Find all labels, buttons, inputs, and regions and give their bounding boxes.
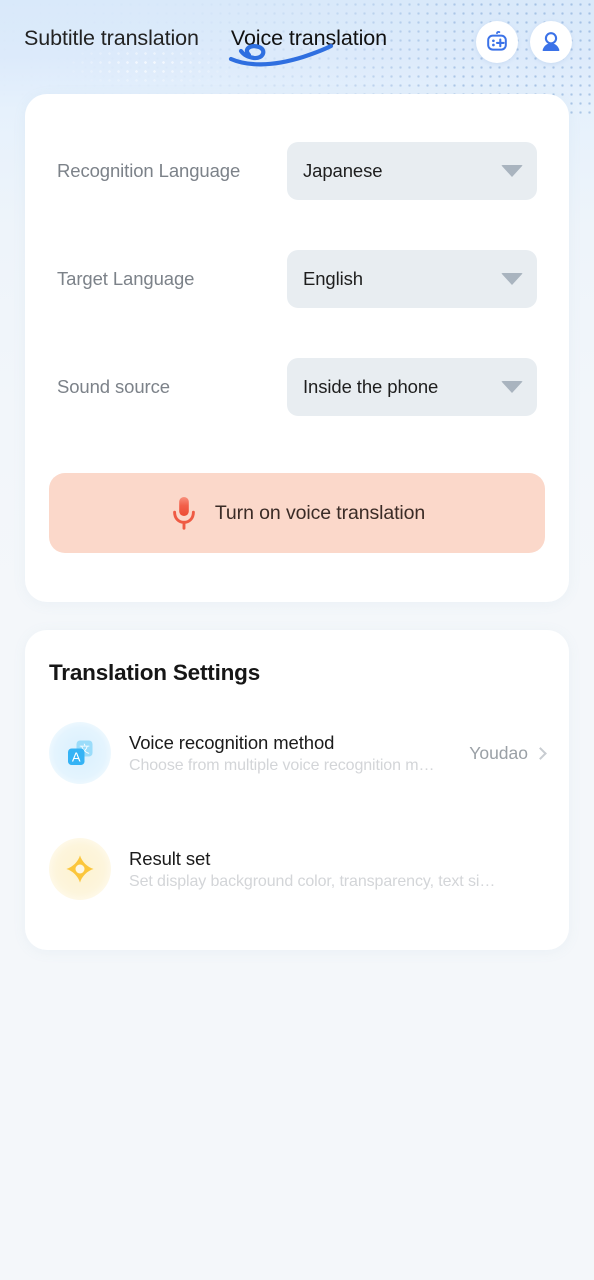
app-background: Subtitle translation Voice translation R…	[0, 0, 594, 1280]
translate-icon-wrapper: 文 A	[49, 722, 111, 784]
voice-translation-card: Recognition Language Japanese Target Lan…	[25, 94, 569, 602]
voice-recognition-method-title: Voice recognition method	[129, 731, 335, 753]
target-language-value: English	[303, 268, 363, 289]
target-language-label: Target Language	[57, 268, 195, 289]
sound-source-row: Sound source Inside the phone	[25, 357, 569, 417]
sound-source-value: Inside the phone	[303, 376, 439, 397]
recognition-language-row: Recognition Language Japanese	[25, 141, 569, 201]
assistant-button[interactable]	[476, 21, 518, 63]
sound-source-label: Sound source	[57, 376, 170, 397]
svg-text:A: A	[72, 750, 81, 765]
translation-settings-card: Translation Settings 文 A Voice recogniti…	[25, 630, 569, 950]
chevron-down-icon	[501, 273, 523, 285]
result-set-icon-wrapper	[49, 838, 111, 900]
microphone-icon	[172, 497, 195, 530]
robot-assistant-icon	[487, 31, 507, 51]
header-actions	[476, 21, 572, 63]
target-language-row: Target Language English	[25, 249, 569, 309]
setting-row-voice-recognition-method[interactable]: 文 A Voice recognition method Choose from…	[25, 713, 569, 793]
tab-subtitle-translation[interactable]: Subtitle translation	[22, 24, 201, 60]
setting-right-block: Youdao	[469, 742, 547, 764]
chevron-down-icon	[501, 381, 523, 393]
tab-voice-translation[interactable]: Voice translation	[228, 24, 389, 67]
voice-recognition-method-value: Youdao	[469, 742, 528, 763]
tab-subtitle-translation-label: Subtitle translation	[24, 26, 199, 51]
target-language-select[interactable]: English	[287, 250, 537, 308]
tab-bar: Subtitle translation Voice translation	[22, 24, 389, 67]
result-set-title: Result set	[129, 847, 211, 869]
setting-row-result-set[interactable]: Result set Set display background color,…	[25, 829, 569, 909]
recognition-language-value: Japanese	[303, 160, 383, 181]
app-header: Subtitle translation Voice translation	[0, 0, 594, 84]
chevron-right-icon	[534, 746, 547, 760]
setting-text-block: Result set Set display background color,…	[129, 848, 537, 891]
setting-text-block: Voice recognition method Choose from mul…	[129, 732, 461, 775]
turn-on-voice-translation-label: Turn on voice translation	[214, 501, 426, 524]
result-set-icon	[66, 855, 94, 883]
voice-recognition-method-subtitle: Choose from multiple voice recognition m…	[129, 756, 435, 774]
translation-settings-title: Translation Settings	[49, 660, 261, 685]
tab-voice-translation-label: Voice translation	[230, 26, 387, 51]
sound-source-select[interactable]: Inside the phone	[287, 358, 537, 416]
turn-on-voice-translation-button[interactable]: Turn on voice translation	[49, 473, 545, 553]
user-profile-icon	[542, 32, 560, 51]
translate-icon: 文 A	[68, 740, 93, 765]
result-set-subtitle: Set display background color, transparen…	[129, 872, 496, 890]
recognition-language-select[interactable]: Japanese	[287, 142, 537, 200]
chevron-down-icon	[501, 165, 523, 177]
recognition-language-label: Recognition Language	[57, 160, 241, 181]
profile-button[interactable]	[530, 21, 572, 63]
